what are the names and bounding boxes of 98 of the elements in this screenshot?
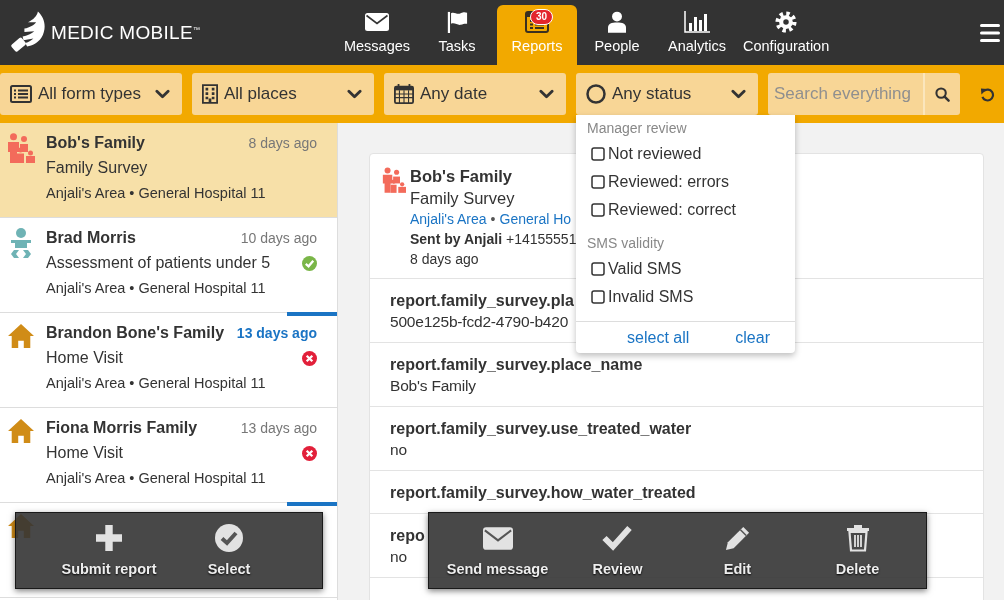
undo-icon[interactable] [980,86,995,102]
place-text: Anjali's Area • General Hospital 11 [46,374,266,393]
place-text: Anjali's Area • General Hospital 11 [46,279,266,298]
checkbox-icon[interactable] [591,203,605,217]
bar-chart-icon [684,11,710,33]
nav-tab[interactable]: Tasks [417,5,497,65]
house-icon [8,323,34,349]
field-label: report.family_survey.use_treated_water [390,419,692,439]
building-icon [202,84,218,104]
report-date: 13 days ago [236,325,317,341]
nav-tab[interactable]: Messages [337,5,417,65]
checkbox-option[interactable]: Not reviewed [591,140,702,168]
list-icon [10,85,32,103]
checkbox-option[interactable]: Reviewed: correct [591,196,737,224]
checkbox-option[interactable]: Reviewed: errors [591,168,729,196]
section-heading: Manager review [586,119,688,138]
chevron-down-icon [731,89,746,99]
family-icon [7,133,35,163]
calendar-icon [394,84,414,104]
family-icon [382,167,406,193]
checkbox-icon[interactable] [591,290,605,304]
count-badge: 30 [530,9,554,25]
report-date: 8 days ago [248,135,317,151]
field-value: no [390,547,407,567]
send-message-button[interactable]: Send message [446,523,549,578]
envelope-icon [482,526,513,550]
checkbox-option[interactable]: Invalid SMS [591,283,694,311]
circle-icon [586,84,606,104]
search-icon [935,86,950,102]
separator-dot: • [490,211,496,227]
search-field[interactable]: Search everything [768,73,923,115]
select-button[interactable]: Select [207,523,251,578]
nav-tab[interactable]: Analytics [657,5,737,65]
report-title: Bob's Family [410,166,514,187]
field-value: Bob's Family [390,376,476,396]
baby-icon [9,228,33,258]
field-label: repo [390,526,425,546]
error-circle-icon [302,445,317,461]
checkbox-icon[interactable] [591,147,605,161]
nav-tab[interactable]: Configuration [737,5,836,65]
field-label: report.family_survey.place_name [390,355,643,375]
review-button[interactable]: Review [592,523,643,578]
checkbox-icon[interactable] [591,175,605,189]
field-value: no [390,440,407,460]
settings-icon [775,11,798,33]
place-text: Anjali's Area • General Hospital 11 [46,469,266,488]
field-label: report.family_survey.how_water_treated [390,483,696,503]
logo-text: MEDIC MOBILE$^{™}$ [51,21,201,44]
field-value: 500e125b-fcd2-4790-b420 [390,312,569,332]
report-date: 13 days ago [240,420,317,436]
report-title: Bob's Family [46,133,145,153]
place-link[interactable]: Anjali's Area [410,211,487,227]
place-link[interactable]: General Ho [499,211,572,227]
checkbox-icon[interactable] [591,262,605,276]
plus-icon [96,525,122,551]
status-filter[interactable]: Any status [576,73,758,115]
section-heading: SMS validity [586,234,666,253]
trash-icon [845,524,870,552]
report-list-item[interactable]: Bob's Family 8 days ago Family Survey Anjali's Area • General Hospital 11 [0,123,337,218]
report-title: Brandon Bone's Family [46,323,225,343]
form-name: Home Visit [46,348,124,368]
chevron-down-icon [539,89,554,99]
check-circle-icon [215,524,243,552]
menu-icon[interactable] [980,23,1000,42]
form-name: Home Visit [46,443,124,463]
report-date: 10 days ago [240,230,317,246]
chevron-down-icon [347,89,362,99]
checkmark-icon [602,525,633,551]
search-button[interactable] [923,73,960,115]
submit-report-button[interactable]: Submit report [61,523,157,578]
form-type-filter[interactable]: All form types [0,73,182,115]
field-label: report.family_survey.pla [390,291,574,311]
report-date: 8 days ago [410,250,480,269]
house-icon [8,418,34,444]
nav-tab[interactable]: People [577,5,657,65]
place-text: Anjali's Area • General Hospital 11 [46,184,266,203]
clear-link[interactable]: clear [735,328,770,347]
place-filter[interactable]: All places [192,73,374,115]
delete-button[interactable]: Delete [835,523,880,578]
sender-text: Sent by Anjali +14155551 [410,230,577,249]
nav-tab[interactable]: Reports 30 [497,5,577,65]
date-filter[interactable]: Any date [384,73,566,115]
form-name: Assessment of patients under 5 [46,253,271,273]
edit-button[interactable]: Edit [723,523,752,578]
checkbox-option[interactable]: Valid SMS [591,255,682,283]
form-name: Family Survey [46,158,148,178]
form-name: Family Survey [410,188,516,209]
envelope-icon [365,13,389,31]
pencil-icon [724,524,751,552]
report-title: Brad Morris [46,228,136,248]
error-circle-icon [302,350,317,366]
person-icon [608,11,626,33]
report-list-item[interactable]: Brandon Bone's Family 13 days ago Home Visit Anjali's Area • General Hospital 11 [0,313,337,408]
chevron-down-icon [155,89,170,99]
report-title: Fiona Morris Family [46,418,198,438]
flag-icon [446,11,468,33]
check-circle-icon [302,255,317,271]
select-all-link[interactable]: select all [627,328,690,347]
